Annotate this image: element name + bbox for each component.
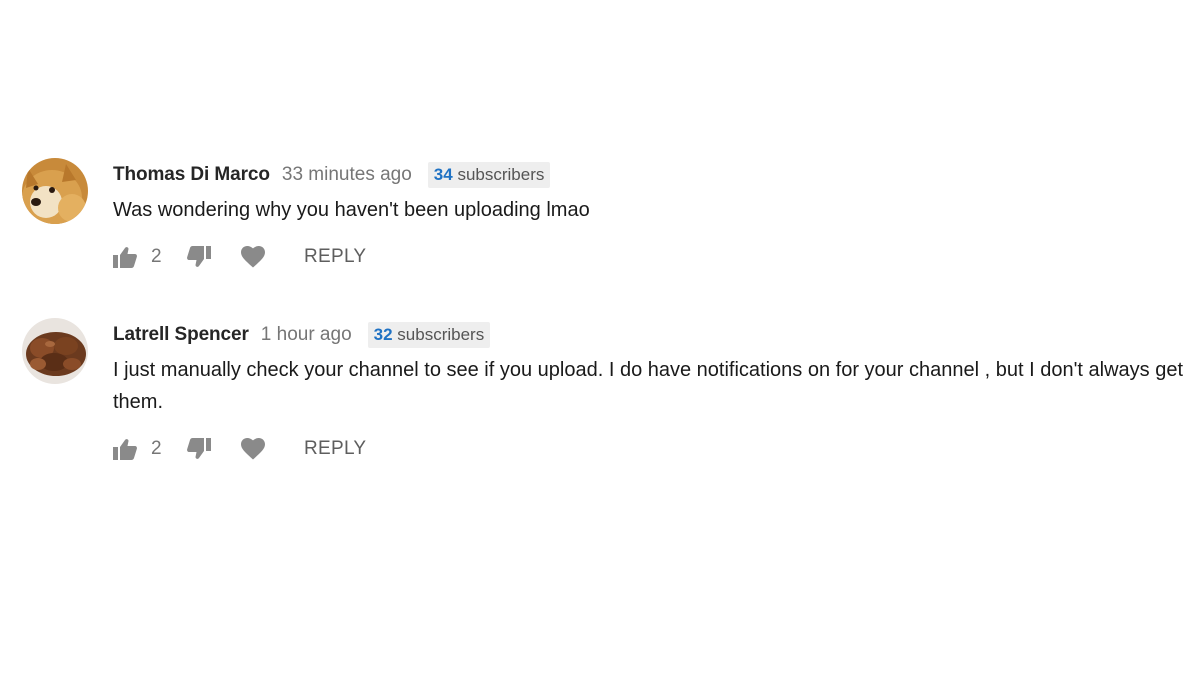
subscriber-label: subscribers — [397, 325, 485, 344]
reply-button[interactable]: REPLY — [304, 246, 366, 268]
thumbs-down-icon[interactable] — [187, 245, 211, 269]
brown-object-avatar-icon — [22, 318, 88, 384]
subscriber-badge: 34 subscribers — [427, 162, 551, 188]
thumbs-down-icon[interactable] — [187, 437, 211, 461]
avatar[interactable] — [22, 158, 88, 224]
subscriber-count: 34 — [433, 165, 453, 184]
like-count: 2 — [151, 438, 162, 459]
comment-timestamp[interactable]: 1 hour ago — [261, 324, 352, 346]
comment-text: Was wondering why you haven't been uploa… — [113, 199, 590, 221]
subscriber-badge: 32 subscribers — [367, 322, 491, 348]
comment-text: I just manually check your channel to se… — [113, 359, 1184, 413]
subscriber-label: subscribers — [457, 165, 545, 184]
author-name[interactable]: Latrell Spencer — [113, 324, 249, 346]
comment-actions: 2 REPLY — [113, 242, 1192, 272]
comment-actions: 2 REPLY — [113, 434, 1192, 464]
subscriber-count: 32 — [373, 325, 393, 344]
comment-timestamp[interactable]: 33 minutes ago — [282, 164, 412, 186]
heart-icon[interactable] — [240, 245, 266, 269]
comments-section: Thomas Di Marco 33 minutes ago 34 subscr… — [0, 0, 1200, 675]
thumbs-up-icon[interactable] — [113, 437, 137, 461]
doge-avatar-icon — [22, 158, 88, 224]
author-name[interactable]: Thomas Di Marco — [113, 164, 270, 186]
heart-icon[interactable] — [240, 437, 266, 461]
thumbs-up-icon[interactable] — [113, 245, 137, 269]
reply-button[interactable]: REPLY — [304, 438, 366, 460]
like-count: 2 — [151, 246, 162, 267]
avatar[interactable] — [22, 318, 88, 384]
